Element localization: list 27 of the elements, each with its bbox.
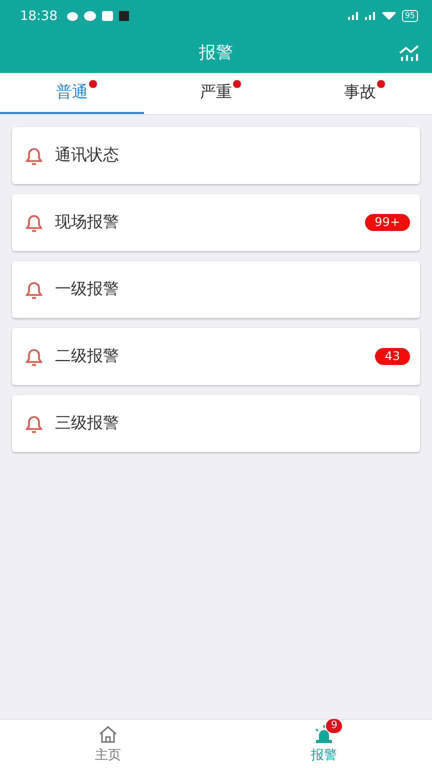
mail-icon bbox=[102, 11, 114, 21]
alarm-label: 现场报警 bbox=[55, 212, 120, 233]
tab[interactable]: 普通 bbox=[0, 73, 144, 114]
alarm-label: 三级报警 bbox=[55, 413, 120, 434]
nav-item[interactable]: 9 报警 bbox=[216, 720, 432, 768]
alarm-card[interactable]: 通讯状态 bbox=[12, 127, 420, 184]
chart-icon[interactable] bbox=[398, 43, 420, 63]
count-badge: 99+ bbox=[364, 214, 410, 231]
count-badge: 43 bbox=[374, 348, 410, 365]
home-icon bbox=[98, 724, 118, 744]
alarm-card[interactable]: 一级报警 bbox=[12, 261, 420, 318]
alarm-label: 二级报警 bbox=[55, 346, 120, 367]
wifi-icon bbox=[382, 12, 396, 20]
alarm-label: 通讯状态 bbox=[55, 145, 120, 166]
signal-icon bbox=[348, 12, 359, 20]
tab[interactable]: 事故 bbox=[288, 73, 432, 114]
nav-item[interactable]: 主页 bbox=[0, 720, 216, 768]
alarm-card[interactable]: 三级报警 bbox=[12, 395, 420, 452]
nav-badge: 9 bbox=[326, 719, 342, 733]
tab[interactable]: 严重 bbox=[144, 73, 288, 114]
alarm-card[interactable]: 二级报警 43 bbox=[12, 328, 420, 385]
battery-icon: 95 bbox=[402, 10, 418, 22]
signal-icon bbox=[364, 12, 376, 20]
alarm-card[interactable]: 现场报警 99+ bbox=[12, 194, 420, 251]
alarm-label: 一级报警 bbox=[55, 279, 120, 300]
page-title: 报警 bbox=[199, 42, 233, 64]
status-time: 18:38 bbox=[20, 8, 58, 24]
